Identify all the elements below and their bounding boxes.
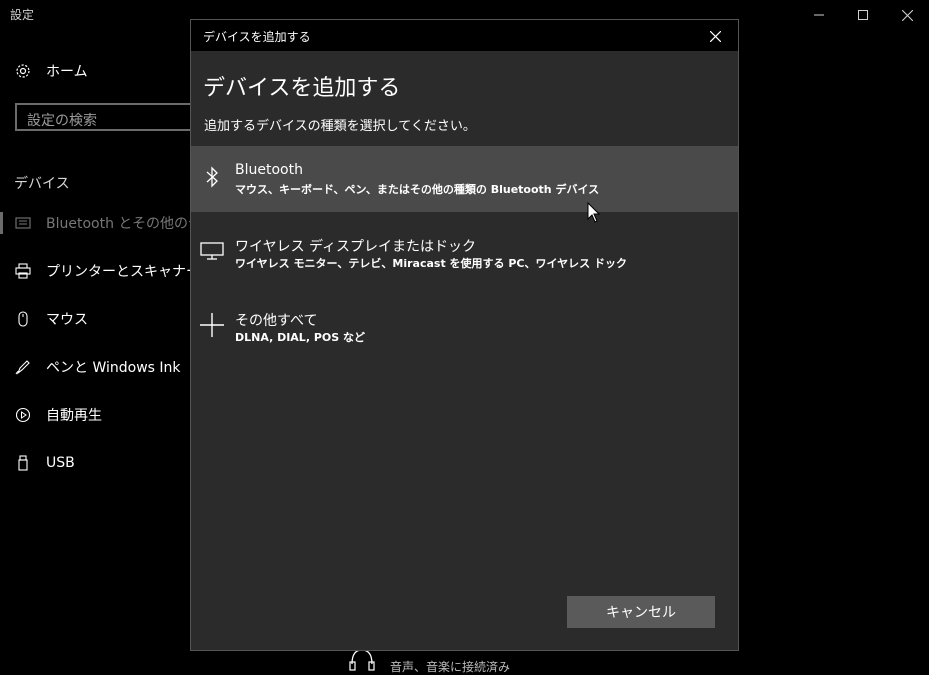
- option-everything-else[interactable]: その他すべて DLNA, DIAL, POS など: [191, 294, 738, 360]
- option-wireless-display[interactable]: ワイヤレス ディスプレイまたはドック ワイヤレス モニター、テレビ、Miraca…: [191, 220, 738, 286]
- sidebar-item-label: プリンターとスキャナー: [46, 264, 200, 280]
- dialog-titlebar: デバイスを追加する: [191, 20, 738, 51]
- sidebar-item-label: 自動再生: [46, 408, 102, 424]
- option-description: ワイヤレス モニター、テレビ、Miracast を使用する PC、ワイヤレス ド…: [235, 257, 627, 270]
- sidebar-item-mouse[interactable]: マウス: [14, 307, 88, 331]
- option-bluetooth[interactable]: Bluetooth マウス、キーボード、ペン、またはその他の種類の Blueto…: [191, 146, 738, 212]
- home-label: ホーム: [46, 64, 88, 80]
- option-title: ワイヤレス ディスプレイまたはドック: [235, 239, 477, 255]
- sidebar-item-printers[interactable]: プリンターとスキャナー: [14, 259, 200, 283]
- search-placeholder: 設定の検索: [27, 113, 97, 129]
- maximize-icon: [858, 10, 868, 20]
- monitor-icon: [199, 238, 225, 264]
- pen-icon: [14, 358, 32, 376]
- sidebar-item-label: USB: [46, 455, 75, 471]
- minimize-button[interactable]: [797, 3, 841, 27]
- cancel-button[interactable]: キャンセル: [567, 596, 715, 628]
- gear-icon: [14, 62, 32, 80]
- peek-status: 音声、音楽に接続済み: [390, 660, 511, 674]
- app-title: 設定: [10, 8, 35, 22]
- bluetooth-devices-icon: [14, 214, 32, 232]
- printer-icon: [14, 262, 32, 280]
- option-description: DLNA, DIAL, POS など: [235, 331, 365, 344]
- dialog-subtitle: 追加するデバイスの種類を選択してください。: [204, 119, 476, 134]
- home-link[interactable]: ホーム: [14, 61, 88, 81]
- sidebar-item-label: ペンと Windows Ink: [46, 360, 181, 376]
- mouse-cursor-icon: [587, 202, 601, 223]
- minimize-icon: [814, 14, 824, 16]
- add-device-dialog: デバイスを追加する デバイスを追加する 追加するデバイスの種類を選択してください…: [190, 19, 739, 651]
- bluetooth-icon: [199, 164, 225, 190]
- usb-icon: [14, 454, 32, 472]
- option-description: マウス、キーボード、ペン、またはその他の種類の Bluetooth デバイス: [235, 183, 600, 196]
- maximize-button[interactable]: [841, 3, 885, 27]
- dialog-close-button[interactable]: [700, 24, 730, 48]
- dialog-heading: デバイスを追加する: [203, 76, 401, 101]
- sidebar-item-usb[interactable]: USB: [14, 451, 75, 475]
- autoplay-icon: [14, 406, 32, 424]
- plus-icon: [199, 312, 225, 338]
- close-window-button[interactable]: [885, 3, 929, 27]
- active-indicator: [0, 212, 3, 234]
- option-title: その他すべて: [235, 313, 318, 329]
- section-title: デバイス: [14, 176, 70, 192]
- close-icon: [709, 30, 721, 42]
- sidebar-item-pen[interactable]: ペンと Windows Ink: [14, 355, 181, 379]
- option-title: Bluetooth: [235, 162, 303, 178]
- dialog-window-title: デバイスを追加する: [203, 30, 311, 44]
- mouse-icon: [14, 310, 32, 328]
- sidebar-item-autoplay[interactable]: 自動再生: [14, 403, 102, 427]
- close-icon: [901, 9, 913, 21]
- sidebar-item-label: マウス: [46, 312, 88, 328]
